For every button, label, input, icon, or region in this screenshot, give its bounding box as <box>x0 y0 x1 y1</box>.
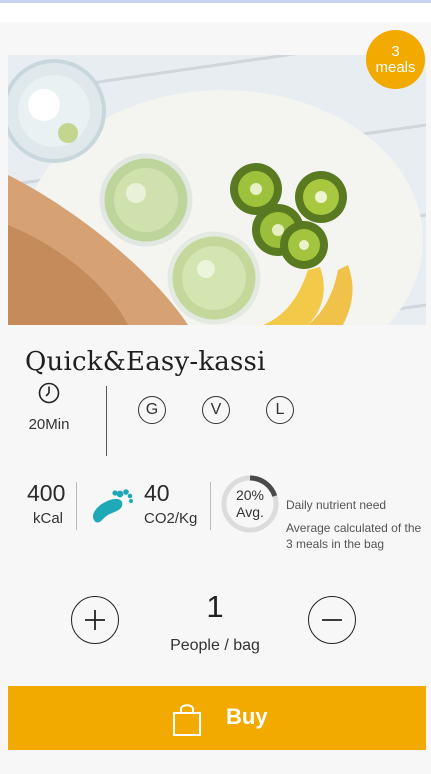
meal-photo <box>8 55 426 325</box>
daily-need-avg: Avg. <box>236 504 264 520</box>
co2-unit: CO2/Kg <box>144 510 198 527</box>
kcal-value: 400 <box>27 480 66 506</box>
recipe-title: Quick&Easy-kassi <box>25 347 266 377</box>
meals-count-badge: 3 meals <box>366 30 425 89</box>
clock-icon <box>38 382 60 404</box>
buy-button-label: Buy <box>226 704 268 729</box>
prep-time: 20Min <box>22 382 76 433</box>
shopping-bag-icon <box>173 704 201 736</box>
buy-button[interactable]: Buy <box>8 686 426 750</box>
prep-time-label: 20Min <box>28 416 70 433</box>
quantity-value: 1 <box>206 589 224 624</box>
info-divider <box>106 386 107 456</box>
stat-divider-2 <box>210 482 211 530</box>
daily-need-gauge-text: 20% Avg. <box>220 474 280 534</box>
diet-tag-gluten-free: G <box>138 396 166 424</box>
decrease-quantity-button[interactable] <box>308 596 356 644</box>
meals-unit: meals <box>375 58 416 76</box>
daily-need-percent: 20% <box>235 487 265 503</box>
stat-divider-1 <box>76 482 77 530</box>
diet-tag-vegan: V <box>202 396 230 424</box>
daily-need-description: Average calculated of the 3 meals in the… <box>286 521 422 551</box>
diet-tag-lactose-free: L <box>266 396 294 424</box>
top-status-strip <box>0 0 431 3</box>
kcal-unit: kCal <box>33 510 64 527</box>
plus-icon <box>85 610 105 630</box>
meal-card: 3 meals Quick&Easy-kassi 20Min G V L 400… <box>0 22 431 774</box>
increase-quantity-button[interactable] <box>71 596 119 644</box>
minus-icon <box>322 619 342 621</box>
meals-count: 3 <box>391 42 400 60</box>
footprint-icon <box>92 489 133 523</box>
quantity-label: People / bag <box>170 637 260 654</box>
co2-value: 40 <box>144 480 170 506</box>
daily-need-title: Daily nutrient need <box>286 498 387 512</box>
